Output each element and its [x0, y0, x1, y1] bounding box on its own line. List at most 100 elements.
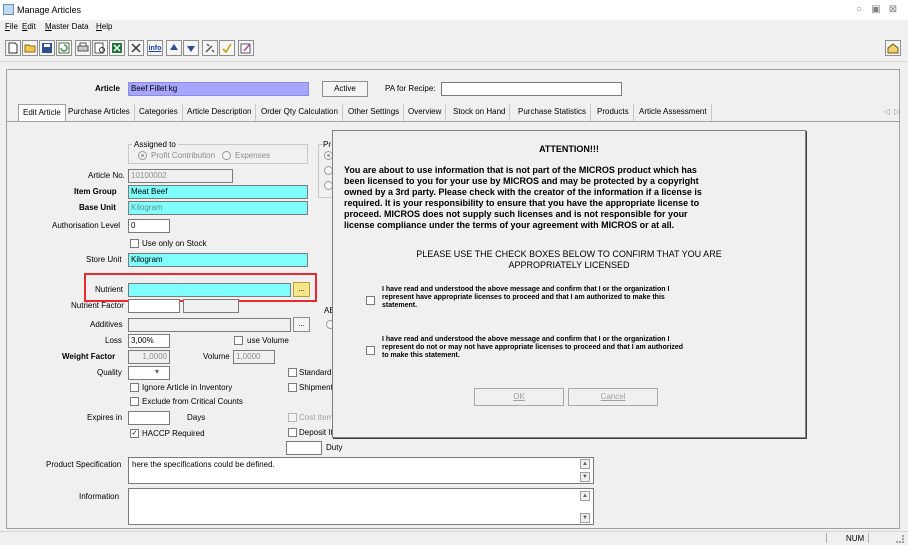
tab-purchase-statistics[interactable]: Purchase Statistics	[514, 104, 592, 121]
volume-label: Volume	[203, 352, 230, 361]
article-no-input[interactable]: 10100002	[128, 169, 233, 183]
dialog-message-6: license compliance under the terms of yo…	[344, 220, 675, 230]
additives-input[interactable]	[128, 318, 291, 332]
use-volume-checkbox[interactable]	[234, 336, 243, 345]
authorisation-level-label: Authorisation Level	[52, 221, 121, 230]
use-volume-label: use Volume	[247, 336, 289, 345]
tab-edit-article[interactable]: Edit Article	[18, 104, 66, 121]
licensed-confirm-text: I have read and understood the above mes…	[382, 286, 670, 309]
loss-label: Loss	[105, 336, 122, 345]
volume-input[interactable]: 1,0000	[233, 350, 275, 364]
expenses-label: Expenses	[235, 151, 271, 160]
product-specification-textarea[interactable]: here the specifications could be defined…	[128, 457, 594, 484]
check-icon[interactable]	[219, 40, 235, 56]
print-icon[interactable]	[75, 40, 91, 56]
expenses-radio[interactable]	[222, 151, 231, 160]
nutrient-factor-input[interactable]	[128, 299, 180, 313]
haccp-checkbox[interactable]: ✓	[130, 429, 139, 438]
resize-grip-icon[interactable]	[896, 535, 904, 543]
refresh-icon[interactable]	[56, 40, 72, 56]
shipment-checkbox[interactable]	[288, 383, 297, 392]
home-icon[interactable]	[885, 40, 901, 56]
expires-in-input[interactable]	[128, 411, 170, 425]
tab-scroll-right-icon[interactable]: ▷	[894, 107, 900, 116]
spec-scroll-up-icon[interactable]: ▲	[580, 459, 590, 469]
edit-icon[interactable]	[238, 40, 254, 56]
weight-factor-label: Weight Factor	[62, 352, 116, 361]
standard-checkbox[interactable]	[288, 368, 297, 377]
new-icon[interactable]	[5, 40, 21, 56]
title-bar: Manage Articles ○ ▣ ⊠	[0, 0, 908, 20]
article-no-label: Article No.	[88, 171, 125, 180]
store-unit-label: Store Unit	[86, 255, 122, 264]
ok-button[interactable]: OK	[474, 388, 564, 406]
not-licensed-confirm-checkbox[interactable]	[366, 346, 375, 355]
tab-overview[interactable]: Overview	[404, 104, 447, 121]
tab-article-description[interactable]: Article Description	[183, 104, 257, 121]
authorisation-level-input[interactable]: 0	[128, 219, 170, 233]
save-icon[interactable]	[39, 40, 55, 56]
assigned-to-label: Assigned to	[132, 140, 178, 149]
status-divider-2	[868, 533, 869, 543]
quality-dropdown-icon[interactable]: ▾	[155, 367, 159, 376]
dialog-message-5: proceed. MICROS does not supply such lic…	[344, 209, 688, 219]
tab-scroll-left-icon[interactable]: ◁	[884, 107, 890, 116]
profit-contribution-radio[interactable]	[138, 151, 147, 160]
loss-input[interactable]: 3,00%	[128, 334, 170, 348]
expires-in-label: Expires in	[87, 413, 123, 422]
spec-scroll-down-icon[interactable]: ▼	[580, 472, 590, 482]
base-unit-label: Base Unit	[79, 203, 116, 212]
use-only-on-stock-checkbox[interactable]	[130, 239, 139, 248]
weight-factor-input[interactable]: 1,0000	[128, 350, 170, 364]
cost-item-checkbox[interactable]	[288, 413, 297, 422]
pa-recipe-label: PA for Recipe:	[385, 84, 436, 93]
store-unit-input[interactable]: Kilogram	[128, 253, 308, 267]
up-icon[interactable]	[166, 40, 182, 56]
excel-icon[interactable]	[109, 40, 125, 56]
active-button[interactable]: Active	[322, 81, 368, 97]
tools-icon[interactable]	[202, 40, 218, 56]
ignore-inventory-checkbox[interactable]	[130, 383, 139, 392]
information-textarea[interactable]	[128, 488, 594, 525]
delete-icon[interactable]	[128, 40, 144, 56]
close-icon[interactable]: ⊠	[886, 3, 900, 17]
tab-products[interactable]: Products	[593, 104, 634, 121]
info-icon[interactable]: info	[147, 40, 163, 56]
restore-icon[interactable]: ▣	[869, 3, 883, 17]
pr-label: Pr	[323, 140, 331, 149]
open-icon[interactable]	[22, 40, 38, 56]
dialog-message-3: owned by a 3rd party. Please check with …	[344, 187, 702, 197]
nutrient-factor-unit[interactable]	[183, 299, 239, 313]
tab-categories[interactable]: Categories	[135, 104, 183, 121]
menu-master-data[interactable]: Master Data	[45, 22, 89, 31]
deposit-checkbox[interactable]	[288, 428, 297, 437]
days-label: Days	[187, 413, 206, 422]
info-scroll-up-icon[interactable]: ▲	[580, 491, 590, 501]
base-unit-input[interactable]: Kilogram	[128, 201, 308, 215]
tab-other-settings[interactable]: Other Settings	[344, 104, 405, 121]
pa-recipe-input[interactable]	[441, 82, 622, 96]
quality-select[interactable]	[128, 366, 170, 380]
exclude-critical-checkbox[interactable]	[130, 397, 139, 406]
dialog-title: ATTENTION!!!	[539, 144, 599, 154]
tab-article-assessment[interactable]: Article Assessment	[635, 104, 712, 121]
profit-contribution-label: Profit Contribution	[151, 151, 216, 160]
additives-browse-button[interactable]: ...	[293, 317, 310, 332]
menu-edit[interactable]: Edit	[22, 22, 36, 31]
menu-help[interactable]: Help	[96, 22, 112, 31]
preview-icon[interactable]	[92, 40, 108, 56]
tab-stock-on-hand[interactable]: Stock on Hand	[449, 104, 511, 121]
tab-purchase-articles[interactable]: Purchase Articles	[64, 104, 135, 121]
down-icon[interactable]	[183, 40, 199, 56]
additives-label: Additives	[90, 320, 123, 329]
item-group-input[interactable]: Meat Beef	[128, 185, 308, 199]
info-scroll-down-icon[interactable]: ▼	[580, 513, 590, 523]
cancel-button[interactable]: Cancel	[568, 388, 658, 406]
duty-input[interactable]	[286, 441, 322, 455]
licensed-confirm-checkbox[interactable]	[366, 296, 375, 305]
minimize-icon[interactable]: ○	[852, 3, 866, 17]
tab-order-qty-calculation[interactable]: Order Qty Calculation	[257, 104, 343, 121]
ignore-inventory-label: Ignore Article in Inventory	[142, 383, 233, 392]
article-input[interactable]: Beef Fillet kg	[128, 82, 309, 96]
menu-file[interactable]: File	[5, 22, 18, 31]
